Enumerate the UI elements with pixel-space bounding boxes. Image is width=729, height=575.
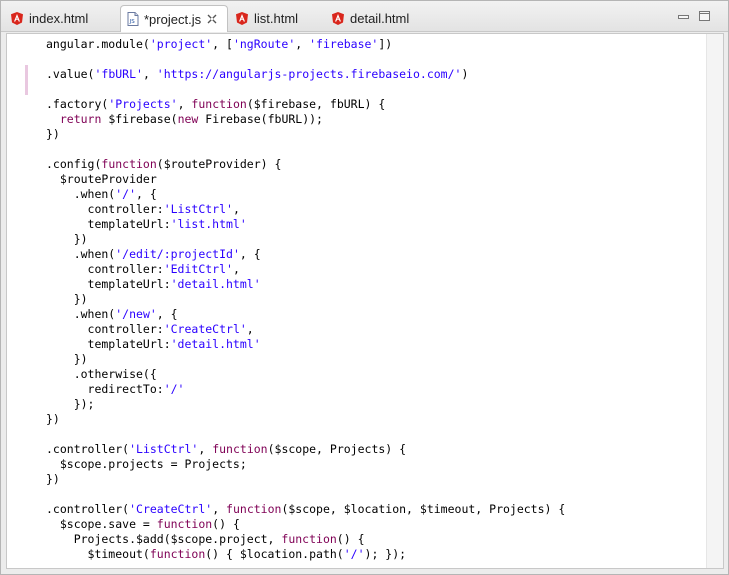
code-line: .value('fbURL', 'https://angularjs-proje… bbox=[46, 67, 469, 81]
code-line: Projects.$add($scope.project, function()… bbox=[46, 532, 365, 546]
code-line: angular.module('project', ['ngRoute', 'f… bbox=[46, 37, 393, 51]
code-line: .controller('ListCtrl', function($scope,… bbox=[46, 442, 407, 456]
code-editor[interactable]: angular.module('project', ['ngRoute', 'f… bbox=[6, 33, 724, 569]
tab-label: list.html bbox=[254, 11, 299, 26]
angular-icon bbox=[332, 12, 344, 25]
overview-ruler[interactable] bbox=[706, 34, 723, 568]
code-line: controller:'EditCtrl', bbox=[46, 262, 240, 276]
editor-left-ruler bbox=[7, 34, 34, 568]
code-line: .controller('CreateCtrl', function($scop… bbox=[46, 502, 566, 516]
code-line: return $firebase(new Firebase(fbURL)); bbox=[59, 112, 323, 126]
code-line: $routeProvider bbox=[46, 172, 157, 186]
change-marker bbox=[25, 65, 28, 95]
angular-icon bbox=[236, 12, 248, 25]
tab-project-js[interactable]: JS *project.js bbox=[120, 5, 228, 32]
code-line: controller:'CreateCtrl', bbox=[46, 322, 254, 336]
code-line: .when('/edit/:projectId', { bbox=[46, 247, 261, 261]
code-line: .factory('Projects', function($firebase,… bbox=[46, 97, 386, 111]
code-line: .when('/new', { bbox=[46, 307, 178, 321]
code-line: }) bbox=[46, 412, 60, 426]
code-line: .when('/', { bbox=[46, 187, 157, 201]
minimize-button[interactable] bbox=[678, 15, 689, 19]
svg-text:JS: JS bbox=[129, 19, 136, 25]
js-file-icon: JS bbox=[127, 12, 139, 26]
tab-detail-html[interactable]: detail.html bbox=[332, 6, 409, 31]
code-line: }) bbox=[46, 232, 88, 246]
code-line: $timeout(function() { $location.path('/'… bbox=[46, 547, 407, 561]
maximize-button[interactable] bbox=[699, 11, 710, 21]
tab-label: *project.js bbox=[144, 11, 202, 27]
code-line: $scope.save = function() { bbox=[46, 517, 240, 531]
tab-label: index.html bbox=[29, 11, 89, 26]
tab-index-html[interactable]: index.html bbox=[11, 6, 88, 31]
code-line: controller:'ListCtrl', bbox=[46, 202, 240, 216]
tab-label: detail.html bbox=[350, 11, 410, 26]
code-text[interactable]: angular.module('project', ['ngRoute', 'f… bbox=[46, 37, 565, 562]
code-line: templateUrl:'list.html' bbox=[46, 217, 247, 231]
editor-window: index.html JS *project.js list.html deta… bbox=[0, 0, 729, 575]
code-line: }); bbox=[46, 397, 95, 411]
code-line: }) bbox=[46, 472, 60, 486]
close-icon[interactable] bbox=[207, 14, 217, 24]
code-line: }) bbox=[46, 352, 88, 366]
code-line: templateUrl:'detail.html' bbox=[46, 277, 261, 291]
code-line: .config(function($routeProvider) { bbox=[46, 157, 282, 171]
code-line: }) bbox=[46, 292, 88, 306]
editor-tab-bar: index.html JS *project.js list.html deta… bbox=[1, 1, 728, 32]
code-line: $scope.projects = Projects; bbox=[46, 457, 247, 471]
code-line: redirectTo:'/' bbox=[46, 382, 185, 396]
angular-icon bbox=[11, 12, 23, 25]
tab-list-html[interactable]: list.html bbox=[236, 6, 298, 31]
code-line: templateUrl:'detail.html' bbox=[46, 337, 261, 351]
code-line: }) bbox=[46, 127, 60, 141]
code-line: .otherwise({ bbox=[46, 367, 157, 381]
